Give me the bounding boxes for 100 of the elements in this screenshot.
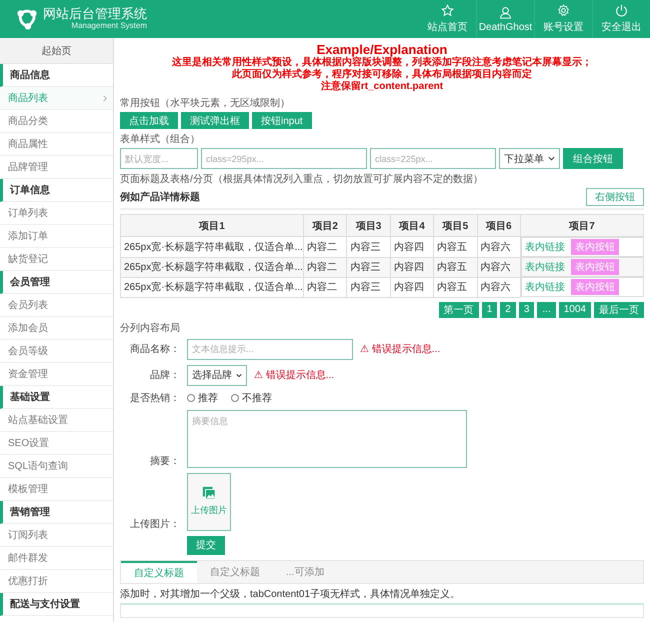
radio-option[interactable]: 不推荐 xyxy=(231,390,272,404)
sidebar-item[interactable]: 商品属性 xyxy=(0,133,113,156)
table-cell: 265px宽·长标题字符串截取，仅适合单... xyxy=(120,236,304,257)
table-cell: 内容五 xyxy=(434,236,478,257)
sidebar-item[interactable]: 优惠打折 xyxy=(0,570,113,593)
table-cell: 265px宽·长标题字符串截取，仅适合单... xyxy=(120,277,304,297)
table-cell: 内容四 xyxy=(390,236,434,257)
sidebar-item[interactable]: 品牌管理 xyxy=(0,156,113,179)
caret-icon xyxy=(548,156,555,161)
right-button[interactable]: 右侧按钮 xyxy=(586,188,644,206)
sidebar-item[interactable]: 资金管理 xyxy=(0,363,113,386)
table-button[interactable]: 表内按钮 xyxy=(571,279,619,295)
field-label: 摘要： xyxy=(149,454,180,468)
sidebar-item[interactable]: 订单列表 xyxy=(0,202,113,225)
tab[interactable]: 自定义标题 xyxy=(121,560,197,582)
settings-icon xyxy=(557,4,570,17)
table-link[interactable]: 表内链接 xyxy=(525,260,565,274)
sidebar-item[interactable]: 缺货登记 xyxy=(0,248,113,271)
page-button[interactable]: 3 xyxy=(518,302,534,318)
text-input[interactable]: class=295px... xyxy=(201,148,367,169)
action-button[interactable]: 点击加载 xyxy=(120,112,178,129)
sidebar-item[interactable]: 商品分类 xyxy=(0,110,113,133)
column-header: 项目3 xyxy=(346,214,390,236)
dropdown[interactable]: 下拉菜单 xyxy=(499,148,560,169)
table-cell: 265px宽·长标题字符串截取，仅适合单... xyxy=(120,257,304,277)
combo-button[interactable]: 组合按钮 xyxy=(563,148,623,169)
sidebar-item[interactable]: SEO设置 xyxy=(0,432,113,455)
table-title: 例如产品详情标题 xyxy=(120,190,200,204)
page-button[interactable]: ... xyxy=(537,302,556,318)
page-button[interactable]: 最后一页 xyxy=(594,302,644,318)
notice-text: 注意保留rt_content.parent xyxy=(320,81,444,93)
star-icon xyxy=(441,4,454,17)
text-input[interactable]: class=225px... xyxy=(370,148,496,169)
sidebar-group-title: 营销管理 xyxy=(0,501,113,524)
action-button[interactable]: 测试弹出框 xyxy=(181,112,249,129)
table-link[interactable]: 表内链接 xyxy=(525,240,565,254)
notice-text: 此页面仅为样式参考，程序对接可移除，具体布局根据项目内容而定 xyxy=(230,69,533,80)
chevron-icon xyxy=(103,94,107,102)
sidebar-item[interactable]: 添加会员 xyxy=(0,317,113,340)
brand-dropdown[interactable]: 选择品牌 xyxy=(187,364,247,386)
sidebar-item[interactable]: 订阅列表 xyxy=(0,524,113,547)
table-cell: 内容三 xyxy=(346,236,390,257)
section-label: 常用按钮（水平块元素，无区域限制） xyxy=(120,96,291,110)
nav-link[interactable]: 安全退出 xyxy=(592,0,650,38)
upload-button[interactable]: 上传图片 xyxy=(187,472,231,530)
error-message: ⚠ 错误提示信息... xyxy=(360,342,440,356)
table-link[interactable]: 表内链接 xyxy=(525,280,565,294)
tab-note: 添加时，对其增加一个父级，tabContent01子项无样式，具体情况单独定义。 xyxy=(120,588,462,600)
page-button[interactable]: 2 xyxy=(500,302,516,318)
tab[interactable]: 自定义标题 xyxy=(197,560,273,582)
table-cell: 内容六 xyxy=(477,236,520,257)
name-input[interactable]: 文本信息提示... xyxy=(187,338,353,360)
sidebar-item[interactable]: 站点基础设置 xyxy=(0,409,113,432)
summary-textarea[interactable]: 摘要信息 xyxy=(187,410,467,468)
table-button[interactable]: 表内按钮 xyxy=(571,259,619,275)
table-cell: 内容二 xyxy=(304,236,347,257)
section-label: 页面标题及表格/分页（根据具体情况列入重点，切勿放置可扩展内容不定的数据） xyxy=(120,172,484,186)
table-button[interactable]: 表内按钮 xyxy=(571,239,619,255)
nav-link[interactable]: DeathGhost xyxy=(476,0,534,38)
site-title: 网站后台管理系统 xyxy=(43,7,147,22)
sidebar-item[interactable]: 商品列表 xyxy=(0,87,113,110)
text-input[interactable]: 默认宽度... xyxy=(120,148,198,169)
field-label: 品牌： xyxy=(149,369,180,382)
column-header: 项目4 xyxy=(390,214,434,236)
table-cell: 内容四 xyxy=(390,257,434,277)
page-button[interactable]: 第一页 xyxy=(438,302,479,318)
sidebar-item[interactable]: 添加订单 xyxy=(0,225,113,248)
site-subtitle: Management System xyxy=(70,22,147,31)
field-label: 商品名称： xyxy=(129,342,180,356)
submit-button[interactable]: 提交 xyxy=(187,536,225,554)
table-cell: 内容四 xyxy=(390,277,434,297)
table-cell: 内容三 xyxy=(346,257,390,277)
table-cell: 内容五 xyxy=(434,257,478,277)
sidebar-group-title: 基础设置 xyxy=(0,386,113,409)
sidebar-item[interactable]: 模板管理 xyxy=(0,478,113,501)
sidebar-group-title: 订单信息 xyxy=(0,179,113,202)
table-cell: 内容三 xyxy=(346,277,390,297)
page-button[interactable]: 1 xyxy=(482,302,498,318)
sidebar-item[interactable]: 会员等级 xyxy=(0,340,113,363)
action-button[interactable]: 按钮input xyxy=(252,112,312,129)
image-icon xyxy=(202,486,216,500)
sidebar-item[interactable]: SQL语句查询 xyxy=(0,455,113,478)
error-message: ⚠ 错误提示信息... xyxy=(254,368,334,382)
table-cell: 内容二 xyxy=(304,277,347,297)
column-header: 项目2 xyxy=(304,214,347,236)
nav-link[interactable]: 账号设置 xyxy=(534,0,592,38)
radio-option[interactable]: 推荐 xyxy=(187,390,218,404)
section-label: 分列内容布局 xyxy=(120,322,181,334)
page-button[interactable]: 1004 xyxy=(558,302,591,318)
sidebar-group-title: 会员管理 xyxy=(0,271,113,294)
nav-link[interactable]: 站点首页 xyxy=(419,0,476,38)
table-cell: 内容六 xyxy=(477,277,520,297)
column-header: 项目1 xyxy=(120,214,304,236)
caret-icon xyxy=(236,372,242,378)
user-icon xyxy=(499,6,512,18)
tab[interactable]: ...可添加 xyxy=(273,560,338,582)
sidebar-item[interactable]: 会员列表 xyxy=(0,294,113,317)
power-icon xyxy=(615,4,628,17)
sidebar-item[interactable]: 邮件群发 xyxy=(0,547,113,570)
sidebar-home-link[interactable]: 起始页 xyxy=(0,38,113,64)
